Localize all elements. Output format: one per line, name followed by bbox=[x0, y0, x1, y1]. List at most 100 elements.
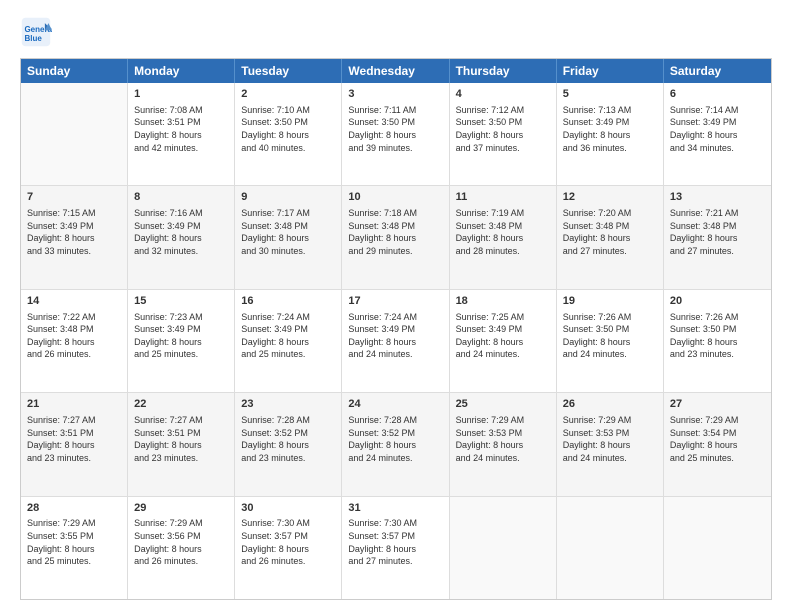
day-cell-12: 12 Sunrise: 7:20 AM Sunset: 3:48 PM Dayli… bbox=[557, 186, 664, 288]
day-number: 21 bbox=[27, 397, 121, 412]
calendar-page: General Blue SundayMondayTuesdayWednesda… bbox=[0, 0, 792, 612]
day-cell-3: 3 Sunrise: 7:11 AM Sunset: 3:50 PM Daylig… bbox=[342, 83, 449, 185]
day-number: 8 bbox=[134, 190, 228, 205]
day-cell-6: 6 Sunrise: 7:14 AM Sunset: 3:49 PM Daylig… bbox=[664, 83, 771, 185]
day-cell-4: 4Sunrise: 7:12 AM Sunset: 3:50 PM Daylig… bbox=[450, 83, 557, 185]
day-number: 9 bbox=[241, 190, 335, 205]
day-info: Sunrise: 7:21 AM Sunset: 3:48 PM Dayligh… bbox=[670, 207, 765, 257]
day-cell-10: 10 Sunrise: 7:18 AM Sunset: 3:48 PM Dayli… bbox=[342, 186, 449, 288]
calendar: SundayMondayTuesdayWednesdayThursdayFrid… bbox=[20, 58, 772, 600]
day-info: Sunrise: 7:29 AM Sunset: 3:53 PM Dayligh… bbox=[563, 414, 657, 464]
day-info: Sunrise: 7:29 AM Sunset: 3:54 PM Dayligh… bbox=[670, 414, 765, 464]
day-cell-16: 16 Sunrise: 7:24 AM Sunset: 3:49 PM Dayli… bbox=[235, 290, 342, 392]
day-cell-24: 24 Sunrise: 7:28 AM Sunset: 3:52 PM Dayli… bbox=[342, 393, 449, 495]
day-number: 1 bbox=[134, 87, 228, 102]
day-number: 7 bbox=[27, 190, 121, 205]
day-header-wednesday: Wednesday bbox=[342, 59, 449, 83]
day-cell-15: 15Sunrise: 7:23 AM Sunset: 3:49 PM Dayli… bbox=[128, 290, 235, 392]
day-info: Sunrise: 7:29 AM Sunset: 3:53 PM Dayligh… bbox=[456, 414, 550, 464]
day-info: Sunrise: 7:23 AM Sunset: 3:49 PM Dayligh… bbox=[134, 311, 228, 361]
day-number: 3 bbox=[348, 87, 442, 102]
day-info: Sunrise: 7:16 AM Sunset: 3:49 PM Dayligh… bbox=[134, 207, 228, 257]
day-number: 16 bbox=[241, 294, 335, 309]
day-cell-27: 27Sunrise: 7:29 AM Sunset: 3:54 PM Dayli… bbox=[664, 393, 771, 495]
empty-cell bbox=[21, 83, 128, 185]
day-info: Sunrise: 7:17 AM Sunset: 3:48 PM Dayligh… bbox=[241, 207, 335, 257]
day-info: Sunrise: 7:15 AM Sunset: 3:49 PM Dayligh… bbox=[27, 207, 121, 257]
day-header-sunday: Sunday bbox=[21, 59, 128, 83]
calendar-row-1: 1 Sunrise: 7:08 AM Sunset: 3:51 PM Daylig… bbox=[21, 83, 771, 185]
calendar-row-5: 28Sunrise: 7:29 AM Sunset: 3:55 PM Dayli… bbox=[21, 496, 771, 599]
day-number: 19 bbox=[563, 294, 657, 309]
day-number: 23 bbox=[241, 397, 335, 412]
page-header: General Blue bbox=[20, 16, 772, 48]
calendar-header: SundayMondayTuesdayWednesdayThursdayFrid… bbox=[21, 59, 771, 83]
day-number: 14 bbox=[27, 294, 121, 309]
day-info: Sunrise: 7:10 AM Sunset: 3:50 PM Dayligh… bbox=[241, 104, 335, 154]
day-number: 10 bbox=[348, 190, 442, 205]
day-info: Sunrise: 7:14 AM Sunset: 3:49 PM Dayligh… bbox=[670, 104, 765, 154]
day-number: 31 bbox=[348, 501, 442, 516]
day-number: 22 bbox=[134, 397, 228, 412]
day-cell-5: 5Sunrise: 7:13 AM Sunset: 3:49 PM Daylig… bbox=[557, 83, 664, 185]
day-info: Sunrise: 7:18 AM Sunset: 3:48 PM Dayligh… bbox=[348, 207, 442, 257]
day-info: Sunrise: 7:28 AM Sunset: 3:52 PM Dayligh… bbox=[241, 414, 335, 464]
day-number: 12 bbox=[563, 190, 657, 205]
day-number: 5 bbox=[563, 87, 657, 102]
day-info: Sunrise: 7:24 AM Sunset: 3:49 PM Dayligh… bbox=[348, 311, 442, 361]
day-info: Sunrise: 7:29 AM Sunset: 3:56 PM Dayligh… bbox=[134, 517, 228, 567]
day-info: Sunrise: 7:24 AM Sunset: 3:49 PM Dayligh… bbox=[241, 311, 335, 361]
day-number: 24 bbox=[348, 397, 442, 412]
day-info: Sunrise: 7:08 AM Sunset: 3:51 PM Dayligh… bbox=[134, 104, 228, 154]
day-info: Sunrise: 7:11 AM Sunset: 3:50 PM Dayligh… bbox=[348, 104, 442, 154]
day-info: Sunrise: 7:30 AM Sunset: 3:57 PM Dayligh… bbox=[241, 517, 335, 567]
day-info: Sunrise: 7:27 AM Sunset: 3:51 PM Dayligh… bbox=[134, 414, 228, 464]
day-cell-25: 25Sunrise: 7:29 AM Sunset: 3:53 PM Dayli… bbox=[450, 393, 557, 495]
day-cell-14: 14Sunrise: 7:22 AM Sunset: 3:48 PM Dayli… bbox=[21, 290, 128, 392]
day-number: 30 bbox=[241, 501, 335, 516]
day-info: Sunrise: 7:12 AM Sunset: 3:50 PM Dayligh… bbox=[456, 104, 550, 154]
day-cell-17: 17Sunrise: 7:24 AM Sunset: 3:49 PM Dayli… bbox=[342, 290, 449, 392]
day-number: 20 bbox=[670, 294, 765, 309]
day-info: Sunrise: 7:19 AM Sunset: 3:48 PM Dayligh… bbox=[456, 207, 550, 257]
day-cell-7: 7 Sunrise: 7:15 AM Sunset: 3:49 PM Daylig… bbox=[21, 186, 128, 288]
day-cell-19: 19 Sunrise: 7:26 AM Sunset: 3:50 PM Dayli… bbox=[557, 290, 664, 392]
day-info: Sunrise: 7:20 AM Sunset: 3:48 PM Dayligh… bbox=[563, 207, 657, 257]
day-number: 11 bbox=[456, 190, 550, 205]
day-info: Sunrise: 7:27 AM Sunset: 3:51 PM Dayligh… bbox=[27, 414, 121, 464]
logo: General Blue bbox=[20, 16, 58, 48]
day-info: Sunrise: 7:26 AM Sunset: 3:50 PM Dayligh… bbox=[670, 311, 765, 361]
day-header-monday: Monday bbox=[128, 59, 235, 83]
day-cell-21: 21 Sunrise: 7:27 AM Sunset: 3:51 PM Dayli… bbox=[21, 393, 128, 495]
day-header-saturday: Saturday bbox=[664, 59, 771, 83]
empty-cell bbox=[557, 497, 664, 599]
empty-cell bbox=[450, 497, 557, 599]
calendar-row-4: 21 Sunrise: 7:27 AM Sunset: 3:51 PM Dayli… bbox=[21, 392, 771, 495]
day-cell-31: 31Sunrise: 7:30 AM Sunset: 3:57 PM Dayli… bbox=[342, 497, 449, 599]
day-cell-9: 9 Sunrise: 7:17 AM Sunset: 3:48 PM Daylig… bbox=[235, 186, 342, 288]
day-cell-26: 26 Sunrise: 7:29 AM Sunset: 3:53 PM Dayli… bbox=[557, 393, 664, 495]
day-info: Sunrise: 7:28 AM Sunset: 3:52 PM Dayligh… bbox=[348, 414, 442, 464]
calendar-row-3: 14Sunrise: 7:22 AM Sunset: 3:48 PM Dayli… bbox=[21, 289, 771, 392]
svg-text:Blue: Blue bbox=[24, 34, 42, 43]
day-number: 6 bbox=[670, 87, 765, 102]
day-cell-1: 1 Sunrise: 7:08 AM Sunset: 3:51 PM Daylig… bbox=[128, 83, 235, 185]
day-cell-18: 18 Sunrise: 7:25 AM Sunset: 3:49 PM Dayli… bbox=[450, 290, 557, 392]
day-cell-2: 2Sunrise: 7:10 AM Sunset: 3:50 PM Daylig… bbox=[235, 83, 342, 185]
day-cell-11: 11 Sunrise: 7:19 AM Sunset: 3:48 PM Dayli… bbox=[450, 186, 557, 288]
empty-cell bbox=[664, 497, 771, 599]
calendar-body: 1 Sunrise: 7:08 AM Sunset: 3:51 PM Daylig… bbox=[21, 83, 771, 599]
day-number: 29 bbox=[134, 501, 228, 516]
day-number: 18 bbox=[456, 294, 550, 309]
day-cell-22: 22 Sunrise: 7:27 AM Sunset: 3:51 PM Dayli… bbox=[128, 393, 235, 495]
day-number: 28 bbox=[27, 501, 121, 516]
day-info: Sunrise: 7:29 AM Sunset: 3:55 PM Dayligh… bbox=[27, 517, 121, 567]
day-cell-23: 23 Sunrise: 7:28 AM Sunset: 3:52 PM Dayli… bbox=[235, 393, 342, 495]
logo-icon: General Blue bbox=[20, 16, 52, 48]
day-info: Sunrise: 7:26 AM Sunset: 3:50 PM Dayligh… bbox=[563, 311, 657, 361]
day-info: Sunrise: 7:25 AM Sunset: 3:49 PM Dayligh… bbox=[456, 311, 550, 361]
day-number: 13 bbox=[670, 190, 765, 205]
day-cell-13: 13 Sunrise: 7:21 AM Sunset: 3:48 PM Dayli… bbox=[664, 186, 771, 288]
day-number: 26 bbox=[563, 397, 657, 412]
day-cell-28: 28Sunrise: 7:29 AM Sunset: 3:55 PM Dayli… bbox=[21, 497, 128, 599]
